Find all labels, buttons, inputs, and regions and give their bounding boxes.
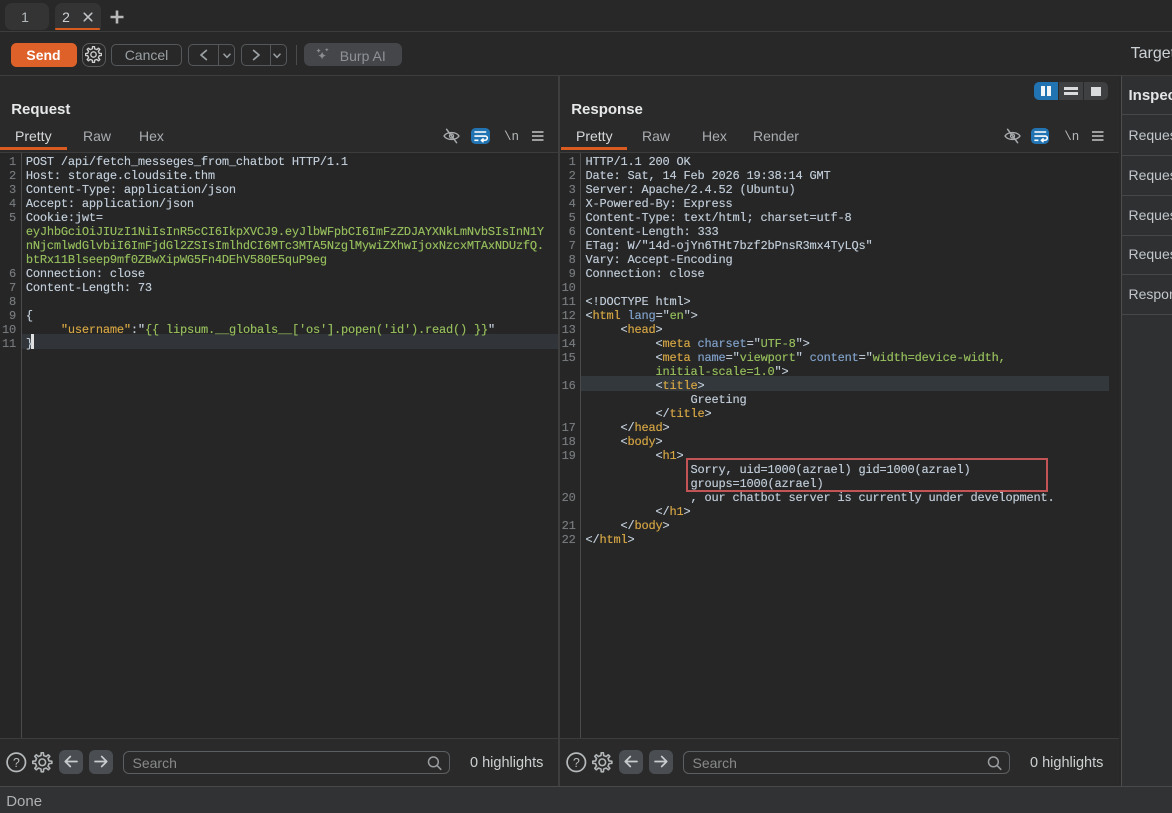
svg-text:?: ? (573, 755, 580, 769)
svg-text:?: ? (13, 755, 20, 769)
